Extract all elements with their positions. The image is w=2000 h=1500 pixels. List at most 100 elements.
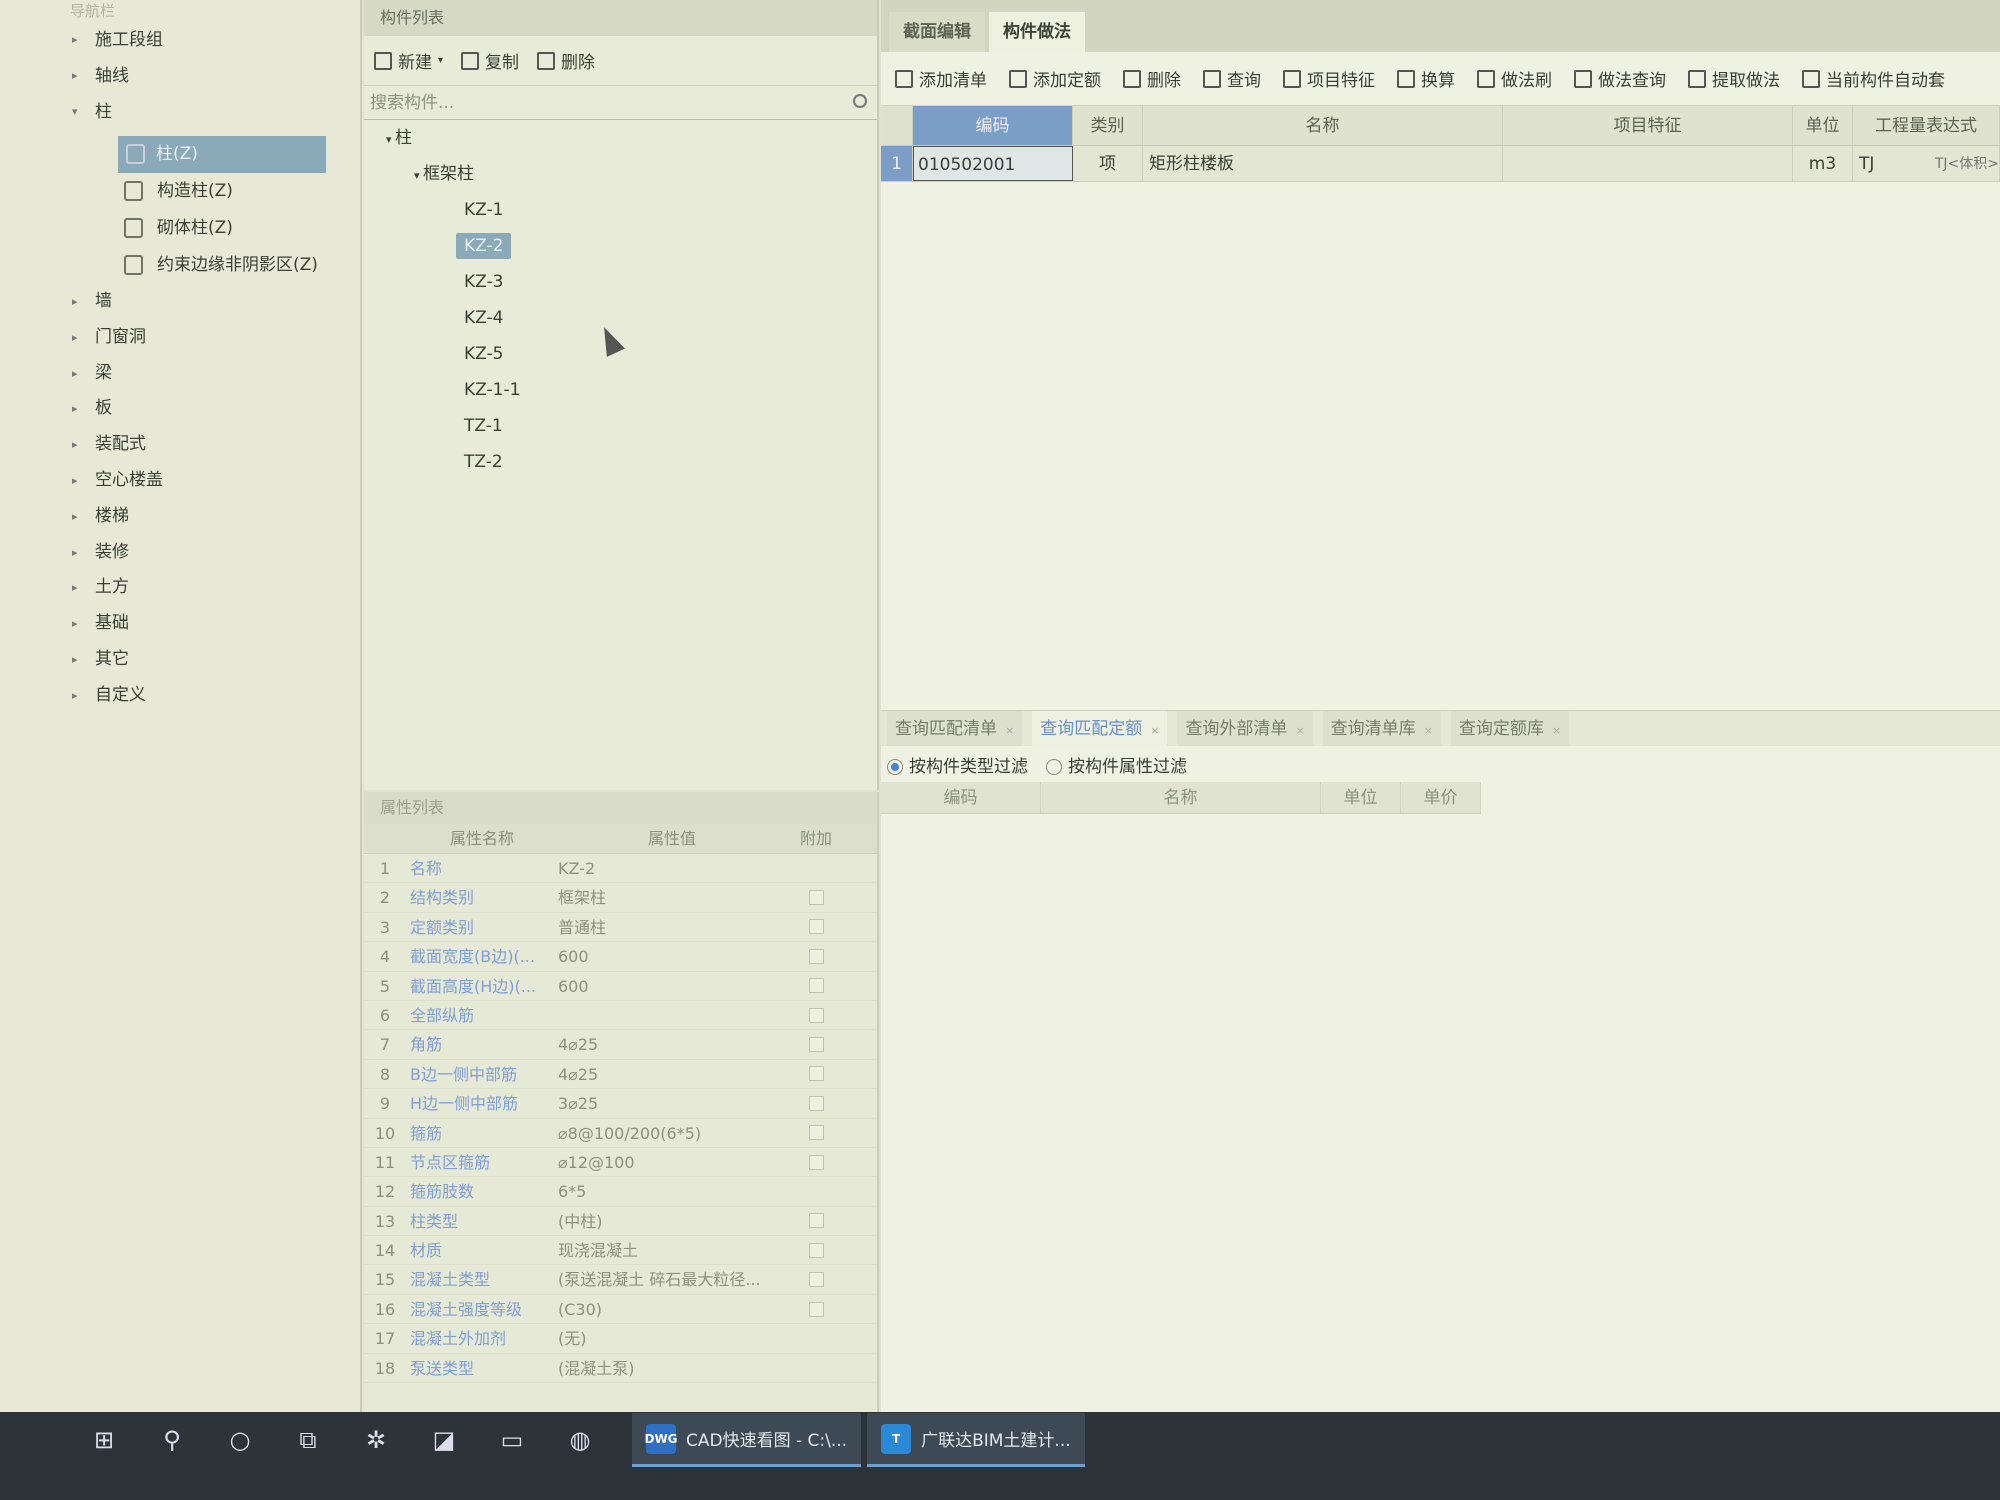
query-tab[interactable]: 查询定额库 × (1450, 711, 1570, 746)
property-row[interactable]: 8 B边一侧中部筋 4⌀25 (364, 1060, 877, 1090)
nav-item[interactable]: ▸ 装配式 (0, 427, 360, 463)
property-row[interactable]: 15 混凝土类型 (泵送混凝土 碎石最大粒径... (364, 1265, 877, 1295)
property-row[interactable]: 9 H边一侧中部筋 3⌀25 (364, 1089, 877, 1119)
taskbar-app[interactable]: DWG CAD快速看图 - C:\... (632, 1413, 862, 1467)
nav-item[interactable]: ▸ 空心楼盖 (0, 463, 360, 499)
tab-component-method[interactable]: 构件做法 (989, 12, 1085, 52)
filter-by-type-radio[interactable]: 按构件类型过滤 (887, 752, 1028, 777)
property-value[interactable]: (C30) (554, 1295, 786, 1323)
toolbar-button[interactable]: 添加定额 (1009, 66, 1101, 91)
nav-sub-item[interactable]: 构造柱(Z) (0, 173, 360, 210)
property-row[interactable]: 6 全部纵筋 (364, 1001, 877, 1031)
toolbar-button[interactable]: 当前构件自动套 (1802, 66, 1945, 91)
property-value[interactable] (554, 1001, 786, 1029)
attach-checkbox[interactable] (808, 1242, 824, 1258)
component-item[interactable]: KZ-2 (364, 228, 877, 264)
nav-item[interactable]: ▸ 梁 (0, 356, 360, 392)
attach-checkbox[interactable] (808, 1154, 824, 1170)
cortana-icon[interactable]: ○ (224, 1424, 256, 1456)
toolbar-button[interactable]: 做法刷 (1477, 66, 1552, 91)
nav-item[interactable]: ▸ 土方 (0, 570, 360, 606)
property-value[interactable]: (无) (554, 1324, 786, 1352)
property-row[interactable]: 14 材质 现浇混凝土 (364, 1236, 877, 1266)
unit-cell[interactable]: m3 (1793, 146, 1853, 181)
nav-item[interactable]: ▸ 墙 (0, 284, 360, 320)
close-icon[interactable]: × (1424, 724, 1433, 737)
property-row[interactable]: 4 截面宽度(B边)(... 600 (364, 942, 877, 972)
property-row[interactable]: 17 混凝土外加剂 (无) (364, 1324, 877, 1354)
property-value[interactable]: 现浇混凝土 (554, 1236, 786, 1264)
tree-group-frame-column[interactable]: ▾ 框架柱 (364, 156, 877, 192)
method-grid-row[interactable]: 1 010502001 项 矩形柱楼板 m3 TJ TJ<体积> (881, 146, 2000, 182)
copy-button[interactable]: 复制 (461, 48, 519, 73)
expr-cell[interactable]: TJ TJ<体积> (1853, 146, 2000, 181)
nav-item[interactable]: ▸ 装修 (0, 535, 360, 571)
query-tab[interactable]: 查询清单库 × (1322, 711, 1441, 746)
close-icon[interactable]: × (1295, 724, 1304, 737)
filter-by-attr-radio[interactable]: 按构件属性过滤 (1046, 752, 1187, 777)
property-value[interactable]: (泵送混凝土 碎石最大粒径... (554, 1265, 786, 1293)
query-tab[interactable]: 查询外部清单 × (1177, 711, 1313, 746)
name-cell[interactable]: 矩形柱楼板 (1143, 146, 1503, 181)
property-value[interactable]: ⌀8@100/200(6*5) (554, 1119, 786, 1147)
new-button[interactable]: 新建 ▾ (374, 48, 443, 73)
nav-item[interactable]: ▸ 楼梯 (0, 499, 360, 535)
toolbar-button[interactable]: 换算 (1397, 66, 1455, 91)
component-item[interactable]: KZ-1 (364, 192, 877, 228)
property-row[interactable]: 7 角筋 4⌀25 (364, 1030, 877, 1060)
attach-checkbox[interactable] (808, 919, 824, 935)
property-row[interactable]: 2 结构类别 框架柱 (364, 883, 877, 913)
feature-cell[interactable] (1503, 146, 1793, 181)
nav-item[interactable]: ▸ 板 (0, 391, 360, 427)
attach-checkbox[interactable] (808, 1095, 824, 1111)
nav-item[interactable]: ▸ 轴线 (0, 58, 360, 94)
property-row[interactable]: 11 节点区箍筋 ⌀12@100 (364, 1148, 877, 1178)
property-value[interactable]: (中柱) (554, 1207, 786, 1235)
close-icon[interactable]: × (1150, 724, 1159, 737)
delete-button[interactable]: 删除 (537, 48, 595, 73)
component-item[interactable]: KZ-3 (364, 264, 877, 300)
property-value[interactable]: 600 (554, 942, 786, 970)
file-explorer-icon[interactable]: ▭ (496, 1424, 528, 1456)
property-value[interactable]: 框架柱 (554, 883, 786, 911)
nav-item[interactable]: ▸ 门窗洞 (0, 320, 360, 356)
nav-item[interactable]: ▸ 基础 (0, 606, 360, 642)
toolbar-button[interactable]: 做法查询 (1574, 66, 1666, 91)
property-value[interactable]: KZ-2 (554, 854, 786, 882)
property-row[interactable]: 10 箍筋 ⌀8@100/200(6*5) (364, 1119, 877, 1148)
attach-checkbox[interactable] (808, 948, 824, 964)
tab-section-edit[interactable]: 截面编辑 (889, 12, 985, 52)
toolbar-button[interactable]: 删除 (1123, 66, 1181, 91)
property-row[interactable]: 5 截面高度(H边)(... 600 (364, 972, 877, 1001)
property-row[interactable]: 13 柱类型 (中柱) (364, 1207, 877, 1237)
property-value[interactable]: 3⌀25 (554, 1089, 786, 1117)
nav-item[interactable]: ▸ 施工段组 (0, 22, 360, 58)
attach-checkbox[interactable] (808, 978, 824, 994)
toolbar-button[interactable]: 项目特征 (1283, 66, 1375, 91)
attach-checkbox[interactable] (808, 1037, 824, 1053)
pinwheel-app-icon[interactable]: ✲ (360, 1424, 392, 1456)
property-row[interactable]: 16 混凝土强度等级 (C30) (364, 1295, 877, 1325)
nav-sub-item[interactable]: 砌体柱(Z) (0, 210, 360, 247)
property-value[interactable]: 普通柱 (554, 913, 786, 941)
attach-checkbox[interactable] (808, 1007, 824, 1023)
attach-checkbox[interactable] (808, 1125, 824, 1141)
property-value[interactable]: 6*5 (554, 1177, 786, 1205)
query-tab[interactable]: 查询匹配清单 × (887, 711, 1023, 746)
property-value[interactable]: 4⌀25 (554, 1060, 786, 1088)
windows-start-icon[interactable]: ⊞ (88, 1424, 120, 1456)
code-cell[interactable]: 010502001 (913, 146, 1073, 181)
component-item[interactable]: KZ-1-1 (364, 372, 877, 408)
attach-checkbox[interactable] (808, 1301, 824, 1317)
property-value[interactable]: 4⌀25 (554, 1030, 786, 1058)
browser-icon[interactable]: ◍ (564, 1424, 596, 1456)
property-row[interactable]: 18 泵送类型 (混凝土泵) (364, 1354, 877, 1384)
task-view-icon[interactable]: ⧉ (292, 1424, 324, 1456)
attach-checkbox[interactable] (808, 1272, 824, 1288)
attach-checkbox[interactable] (808, 1213, 824, 1229)
taskbar-app[interactable]: T 广联达BIM土建计... (867, 1413, 1085, 1467)
property-value[interactable]: (混凝土泵) (554, 1354, 786, 1382)
tree-root-column[interactable]: ▾ 柱 (364, 120, 877, 156)
component-item[interactable]: TZ-1 (364, 408, 877, 444)
close-icon[interactable]: × (1005, 724, 1014, 737)
